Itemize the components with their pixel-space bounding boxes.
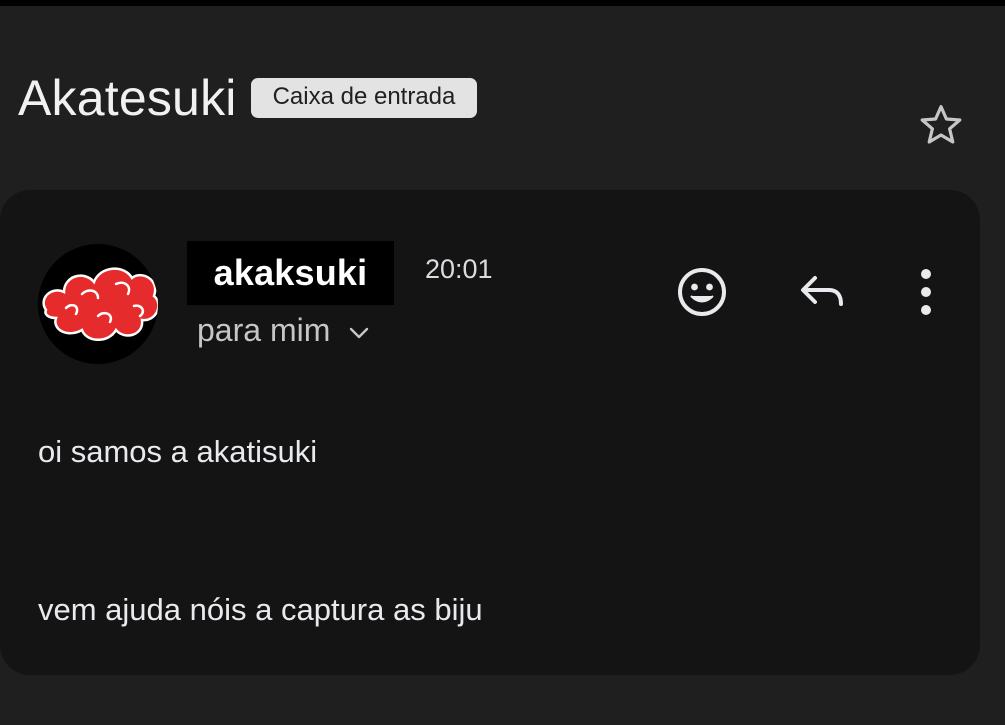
top-border [0, 0, 1005, 6]
sender-name: akaksuki [213, 252, 368, 293]
reply-icon [801, 276, 843, 306]
reply-button[interactable] [790, 260, 854, 324]
star-outline-icon [920, 105, 962, 144]
add-reaction-button[interactable] [670, 260, 734, 324]
message-body-line: oi samos a akatisuki [38, 434, 318, 469]
subject-row: Akatesuki Caixa de entrada [18, 66, 478, 130]
email-subject: Akatesuki [18, 70, 237, 126]
recipient-details-toggle[interactable]: para mim [197, 312, 370, 349]
sender-name-box[interactable]: akaksuki [187, 241, 394, 305]
emoji-reaction-icon [678, 268, 726, 316]
star-button[interactable] [906, 90, 976, 160]
message-body-line: vem ajuda nóis a captura as biju [38, 592, 483, 627]
more-options-button[interactable] [896, 260, 956, 324]
message-time: 20:01 [425, 254, 493, 284]
chevron-down-icon [348, 326, 370, 340]
red-cloud-icon [42, 267, 158, 341]
more-vertical-icon [921, 269, 931, 315]
inbox-label-chip[interactable]: Caixa de entrada [250, 78, 478, 118]
recipient-text: para mim [197, 312, 331, 348]
sender-avatar[interactable] [38, 244, 158, 364]
